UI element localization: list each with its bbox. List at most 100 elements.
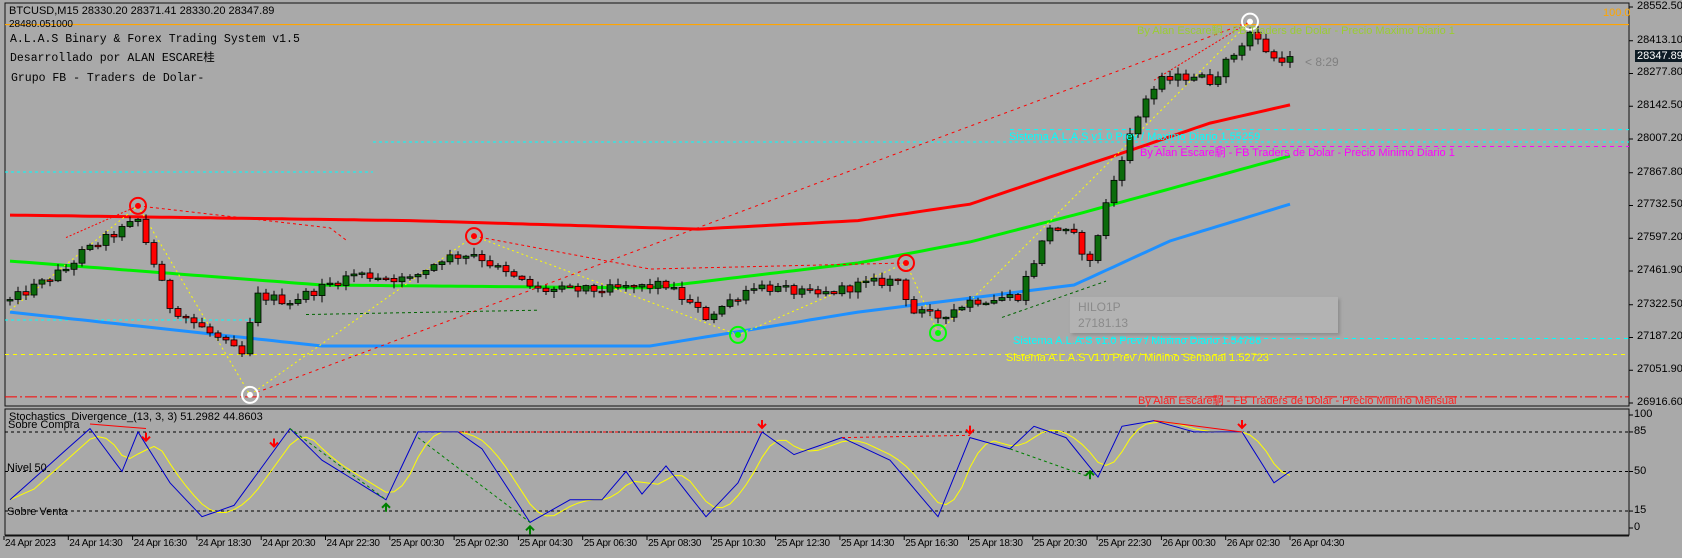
price-axis-label: 27187.20 — [1637, 330, 1682, 343]
ma-red-line — [9, 103, 1291, 231]
candle-bearish — [598, 290, 606, 294]
candle-bearish — [262, 292, 270, 301]
candle-bearish — [806, 288, 814, 291]
candle-bullish — [118, 226, 126, 238]
candle-bearish — [1206, 74, 1214, 85]
chart-frames — [4, 2, 1630, 537]
candle-bearish — [566, 285, 574, 288]
candle-bearish — [502, 265, 510, 273]
candle-bearish — [974, 299, 982, 305]
candle-bullish — [302, 290, 310, 300]
candle-bullish — [350, 273, 358, 277]
buy-arrow-icon — [525, 524, 535, 535]
fib-level-label: 100.0 — [1603, 7, 1631, 19]
candle-bearish — [790, 285, 798, 295]
candle-bearish — [1270, 51, 1278, 59]
candle-bullish — [494, 265, 502, 268]
candle-bearish — [534, 285, 542, 289]
sell-arrow-icon — [1237, 419, 1247, 430]
candle-bullish — [622, 285, 630, 288]
price-axis-label: 27322.50 — [1637, 297, 1682, 310]
time-axis-label: 26 Apr 04:30 — [1291, 538, 1345, 549]
sell-signal-dot-icon — [903, 259, 909, 266]
candle-bullish — [62, 268, 70, 272]
candle-bullish — [1046, 227, 1054, 242]
candle-bullish — [822, 291, 830, 295]
label-max-diario: By Alan Escare駉 - FB Traders de Dolar - … — [1137, 25, 1455, 37]
candle-bullish — [1102, 202, 1110, 237]
candle-bearish — [734, 299, 742, 302]
candle-bullish — [1230, 54, 1238, 60]
candle-bearish — [214, 332, 222, 338]
candle-bullish — [14, 291, 22, 300]
ma-green-line — [9, 154, 1291, 290]
candle-bearish — [182, 315, 190, 319]
candle-bullish — [998, 297, 1006, 301]
candle-bearish — [646, 284, 654, 289]
time-axis-label: 25 Apr 14:30 — [840, 538, 895, 549]
time-axis-label: 26 Apr 00:30 — [1162, 538, 1216, 549]
candle-bearish — [702, 306, 710, 321]
candle-bullish — [1238, 45, 1246, 56]
candle-bearish — [662, 280, 670, 289]
candle-bearish — [910, 299, 918, 314]
candle-bullish — [54, 269, 62, 282]
divergence-line — [137, 205, 347, 241]
price-axis-label: 27051.90 — [1637, 363, 1682, 376]
candle-bullish — [862, 280, 870, 284]
label-prev-max-diario: Sistema A.L.A.S v1.0 Prev / Maximo Diari… — [1009, 131, 1261, 143]
candle-bullish — [550, 288, 558, 292]
stoch-axis-label: 85 — [1634, 424, 1647, 437]
candle-bullish — [1118, 160, 1126, 181]
stoch-signal-line — [9, 421, 1291, 517]
candle-bullish — [342, 275, 350, 286]
stoch-divergence-line — [89, 423, 147, 430]
candle-bearish — [694, 301, 702, 308]
candle-bearish — [1054, 227, 1062, 231]
candle-bullish — [1190, 76, 1198, 81]
candle-bullish — [86, 244, 94, 250]
chart-canvas[interactable] — [0, 0, 1682, 558]
time-axis-label: 25 Apr 20:30 — [1033, 538, 1087, 549]
candle-bearish — [1014, 294, 1022, 301]
candle-bullish — [422, 270, 430, 275]
sell-arrow-icon — [269, 438, 279, 448]
candle-bullish — [1150, 88, 1158, 100]
candle-bullish — [654, 280, 662, 289]
candle-bullish — [102, 233, 110, 246]
candle-bullish — [990, 300, 998, 304]
axis-ticks — [3, 6, 1633, 540]
hilo-name: HILO1P — [1078, 300, 1121, 314]
candle-bullish — [286, 303, 294, 306]
time-axis-label: 25 Apr 18:30 — [969, 538, 1023, 549]
candle-bearish — [926, 309, 934, 312]
candle-bearish — [22, 291, 30, 296]
time-axis-label: 25 Apr 10:30 — [712, 538, 766, 549]
candle-bullish — [774, 285, 782, 292]
candle-bearish — [238, 345, 246, 355]
candle-bullish — [470, 254, 478, 257]
candle-bearish — [46, 279, 54, 282]
candle-bullish — [30, 283, 38, 296]
stochastic-plot — [5, 419, 1629, 535]
candle-bearish — [278, 294, 286, 305]
candle-bullish — [1094, 235, 1102, 261]
candle-bullish — [726, 299, 734, 307]
candle-bullish — [1006, 294, 1014, 298]
candle-bullish — [126, 221, 134, 227]
candle-bullish — [270, 294, 278, 301]
stoch-divergence-line — [289, 428, 387, 501]
candle-bullish — [966, 299, 974, 308]
price-axis-label: 27461.90 — [1637, 264, 1682, 276]
candle-bearish — [766, 284, 774, 292]
price-axis-label: 28552.50 — [1637, 0, 1682, 12]
candle-bullish — [1110, 179, 1118, 204]
candle-bearish — [526, 278, 534, 287]
candle-bearish — [614, 284, 622, 288]
candle-bullish — [6, 299, 14, 302]
stoch-divergence-line — [1153, 420, 1243, 433]
candle-bearish — [222, 336, 230, 341]
candle-bullish — [1062, 228, 1070, 232]
candle-bearish — [678, 287, 686, 300]
symbol-ohlc-line: BTCUSD,M15 28330.20 28371.41 28330.20 28… — [9, 5, 275, 17]
